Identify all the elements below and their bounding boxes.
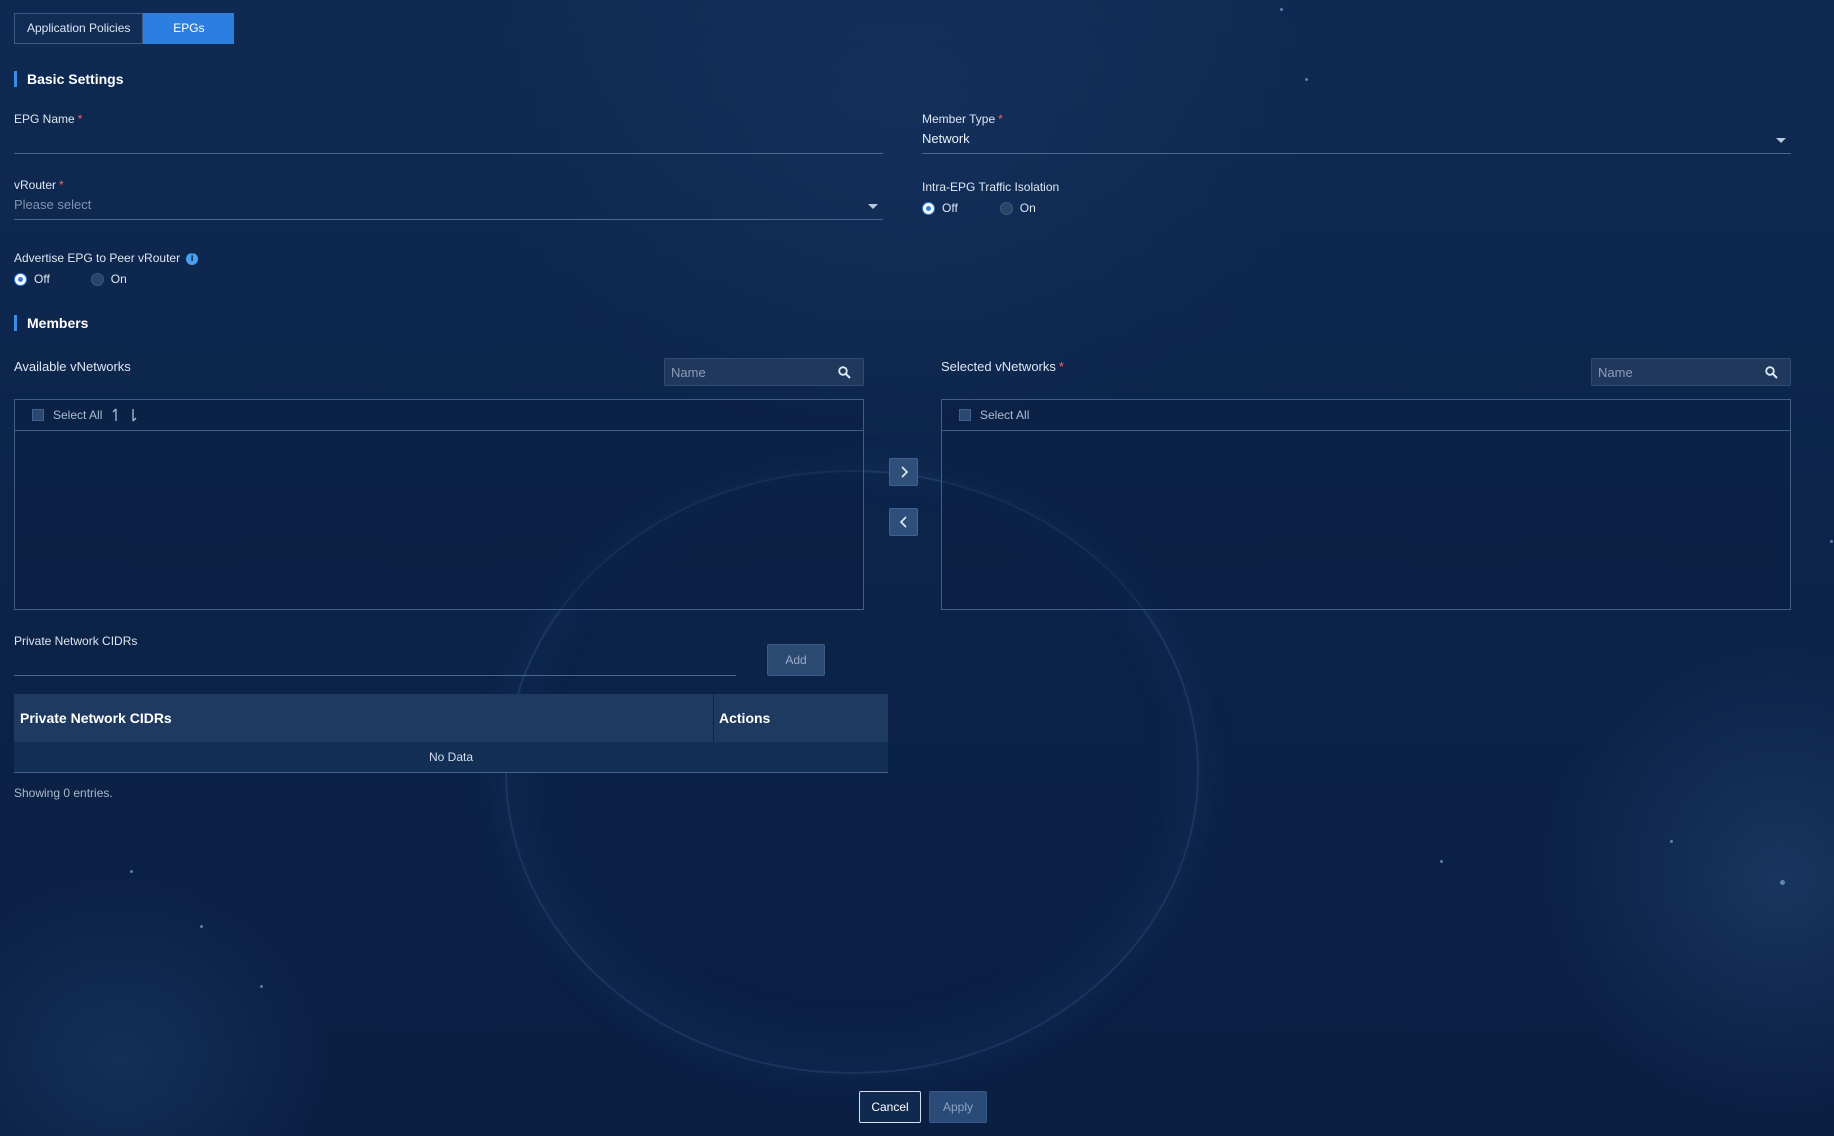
- search-icon[interactable]: [838, 366, 851, 379]
- info-icon[interactable]: i: [186, 252, 199, 265]
- apply-button[interactable]: Apply: [929, 1091, 987, 1123]
- chevron-right-icon: [900, 466, 908, 478]
- table-empty-message: No Data: [14, 742, 888, 773]
- vrouter-placeholder: Please select: [14, 197, 92, 212]
- column-divider: [713, 694, 714, 742]
- move-left-button[interactable]: [889, 508, 918, 536]
- intra-epg-radio-group: Off On: [922, 201, 1036, 215]
- search-icon[interactable]: [1765, 366, 1778, 379]
- select-all-label: Select All: [53, 408, 103, 422]
- tab-epgs[interactable]: EPGs: [143, 13, 235, 44]
- advertise-label: Advertise EPG to Peer vRouter i: [14, 251, 199, 265]
- available-list-header: Select All: [15, 400, 863, 431]
- background-star: [1780, 880, 1785, 885]
- select-all-checkbox[interactable]: [32, 409, 44, 421]
- advertise-off-label: Off: [34, 272, 50, 286]
- chevron-left-icon: [899, 516, 907, 528]
- column-header-actions: Actions: [719, 710, 771, 726]
- epg-name-label: EPG Name *: [14, 112, 83, 126]
- selected-search-input[interactable]: Name: [1591, 358, 1791, 386]
- section-title-members: Members: [14, 315, 88, 331]
- table-entry-count: Showing 0 entries.: [14, 786, 113, 800]
- available-vnetworks-title: Available vNetworks: [14, 359, 131, 374]
- chevron-down-icon: [868, 204, 878, 209]
- background-star: [1305, 78, 1308, 81]
- select-all-label: Select All: [980, 408, 1030, 422]
- selected-search-placeholder: Name: [1598, 365, 1633, 380]
- selected-vnetworks-title: Selected vNetworks *: [941, 359, 1064, 374]
- background-star: [1440, 860, 1443, 863]
- selected-list-header: Select All: [942, 400, 1790, 431]
- section-title-basic-settings: Basic Settings: [14, 71, 123, 87]
- advertise-on-label: On: [110, 272, 127, 286]
- column-header-cidrs[interactable]: Private Network CIDRs: [20, 694, 172, 742]
- add-cidr-button[interactable]: Add: [767, 644, 825, 676]
- intra-epg-label: Intra-EPG Traffic Isolation: [922, 180, 1060, 194]
- background-star: [130, 870, 133, 873]
- background-star: [1280, 8, 1283, 11]
- member-type-select[interactable]: Network: [922, 128, 1791, 154]
- background-star: [1670, 840, 1673, 843]
- available-search-placeholder: Name: [671, 365, 706, 380]
- cidr-input-label: Private Network CIDRs: [14, 634, 138, 648]
- background-star: [260, 985, 263, 988]
- cancel-button[interactable]: Cancel: [859, 1091, 921, 1123]
- sort-ascending-icon[interactable]: [112, 408, 120, 422]
- intra-epg-on-radio[interactable]: [999, 201, 1013, 215]
- sort-descending-icon[interactable]: [129, 408, 137, 422]
- vrouter-select[interactable]: Please select: [14, 194, 883, 220]
- background-star: [1830, 540, 1833, 543]
- tab-application-policies[interactable]: Application Policies: [14, 13, 144, 44]
- epg-name-input[interactable]: [14, 128, 883, 154]
- selected-vnetworks-list: Select All: [941, 399, 1791, 610]
- advertise-on-radio[interactable]: [90, 272, 104, 286]
- chevron-down-icon: [1776, 138, 1786, 143]
- move-right-button[interactable]: [889, 458, 918, 486]
- available-vnetworks-list: Select All: [14, 399, 864, 610]
- background-star: [200, 925, 203, 928]
- select-all-checkbox[interactable]: [959, 409, 971, 421]
- intra-epg-off-label: Off: [942, 201, 958, 215]
- available-search-input[interactable]: Name: [664, 358, 864, 386]
- advertise-off-radio[interactable]: [14, 272, 27, 286]
- member-type-label: Member Type *: [922, 112, 1003, 126]
- tab-bar: Application Policies EPGs: [14, 13, 235, 44]
- advertise-radio-group: Off On: [14, 272, 127, 286]
- cidr-table-header: Private Network CIDRs Actions: [14, 694, 888, 742]
- member-type-value: Network: [922, 131, 970, 146]
- vrouter-label: vRouter *: [14, 178, 64, 192]
- intra-epg-off-radio[interactable]: [922, 201, 935, 215]
- cidr-input[interactable]: [14, 650, 736, 676]
- intra-epg-on-label: On: [1019, 201, 1036, 215]
- cidr-table: Private Network CIDRs Actions No Data: [14, 694, 888, 773]
